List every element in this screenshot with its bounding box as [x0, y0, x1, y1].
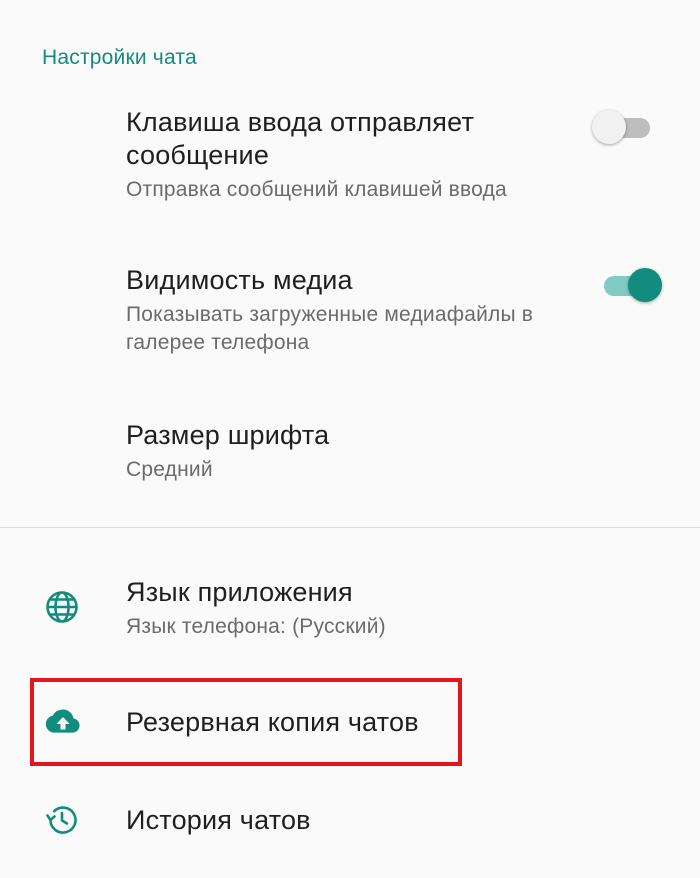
media-visibility-toggle[interactable] [600, 264, 662, 304]
setting-enter-key-title: Клавиша ввода отправляет сообщение [126, 107, 475, 170]
setting-media-visibility[interactable]: Видимость медиа Показывать загруженные м… [126, 264, 660, 357]
toggle-thumb [592, 110, 626, 144]
setting-font-size-title: Размер шрифта [126, 420, 330, 450]
section-divider [0, 527, 700, 528]
toggle-thumb [628, 268, 662, 302]
setting-font-size[interactable]: Размер шрифта Средний [126, 419, 660, 484]
setting-font-size-subtitle: Средний [126, 458, 213, 481]
setting-media-visibility-title: Видимость медиа [126, 265, 353, 295]
highlight-frame [30, 678, 462, 766]
app-language-subtitle: Язык телефона: (Русский) [126, 615, 386, 638]
setting-media-visibility-subtitle: Показывать загруженные медиафайлы в гале… [126, 303, 534, 354]
menu-item-app-language[interactable]: Язык приложения Язык телефона: (Русский) [126, 576, 660, 641]
history-icon [44, 802, 80, 838]
app-language-title: Язык приложения [126, 577, 353, 607]
chat-settings-section-header: Настройки чата [42, 46, 197, 69]
enter-key-toggle[interactable] [592, 106, 654, 146]
setting-enter-key[interactable]: Клавиша ввода отправляет сообщение Отпра… [126, 106, 660, 204]
setting-enter-key-subtitle: Отправка сообщений клавишей ввода [126, 178, 507, 201]
chat-history-title: История чатов [126, 805, 311, 835]
globe-icon [44, 589, 80, 625]
menu-item-chat-history[interactable]: История чатов [126, 804, 660, 837]
